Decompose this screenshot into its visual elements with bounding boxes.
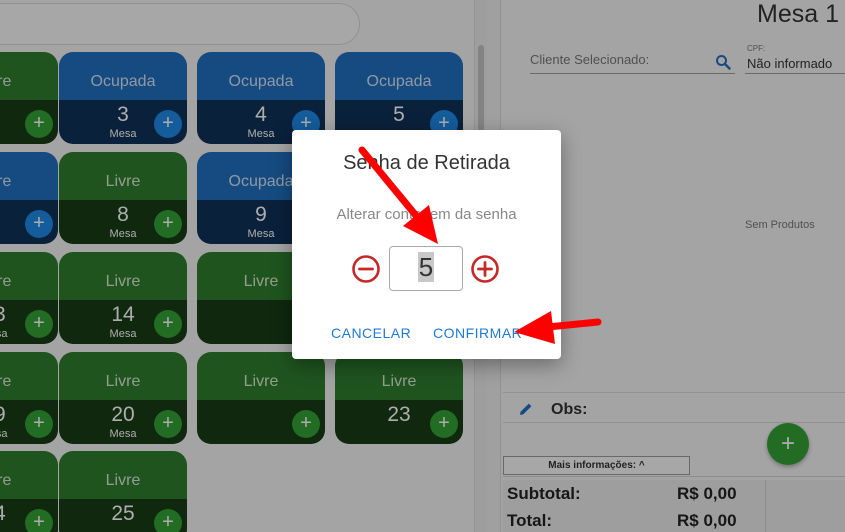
dialog-description: Alterar contagem da senha [336,206,517,223]
pickup-code-dialog: Senha de Retirada Alterar contagem da se… [292,130,561,359]
pickup-code-input[interactable]: 5 [389,246,463,291]
cancel-button[interactable]: CANCELAR [331,325,411,341]
plus-icon[interactable] [470,254,500,284]
confirm-button[interactable]: CONFIRMAR [433,325,522,341]
minus-icon[interactable] [351,254,381,284]
dialog-title: Senha de Retirada [343,152,510,174]
pickup-code-value[interactable]: 5 [417,252,435,282]
